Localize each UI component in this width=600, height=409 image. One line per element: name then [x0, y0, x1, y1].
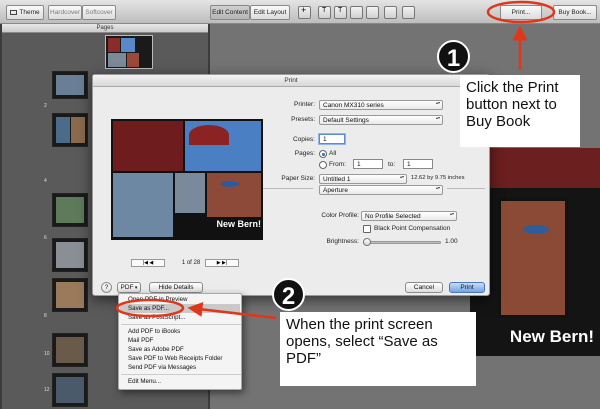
page-thumbnail-cover[interactable]	[105, 35, 153, 69]
brightness-slider[interactable]	[363, 238, 441, 246]
brightness-value: 1.00	[445, 238, 458, 245]
paper-size-label: Paper Size:	[281, 175, 315, 182]
theme-button[interactable]: Theme	[6, 5, 44, 20]
step2-badge: 2	[272, 278, 305, 311]
all-pages-radio[interactable]	[319, 150, 327, 158]
brick-wall-photo	[498, 198, 568, 318]
street-sign-icon	[523, 225, 549, 234]
copies-input[interactable]: 1	[319, 134, 345, 144]
layout-icon[interactable]	[384, 6, 397, 19]
softcover-button[interactable]: Softcover	[82, 5, 116, 20]
menu-item-send-via-messages[interactable]: Send PDF via Messages	[128, 364, 196, 371]
page-number: 6	[44, 235, 47, 241]
page-number: 8	[44, 313, 47, 319]
page-number: 2	[44, 103, 47, 109]
hardcover-button[interactable]: Hardcover	[48, 5, 82, 20]
cancel-button[interactable]: Cancel	[405, 282, 443, 293]
frame-icon[interactable]	[366, 6, 379, 19]
pdf-menu-button[interactable]: PDF ▾	[117, 282, 141, 293]
menu-item-edit-menu[interactable]: Edit Menu...	[128, 378, 161, 385]
paper-dimensions: 12.62 by 9.75 inches	[411, 175, 465, 181]
text-style-icon[interactable]: T	[334, 6, 347, 19]
menu-separator	[121, 374, 241, 375]
print-dialog: Print New Bern! |◀ ◀ 1 of 28 ▶ ▶| Printe…	[92, 74, 490, 296]
pdf-menu: Open PDF in Preview Save as PDF... Save …	[118, 293, 242, 390]
print-preview: New Bern!	[111, 119, 263, 240]
menu-item-web-receipts[interactable]: Save PDF to Web Receipts Folder	[128, 355, 222, 362]
black-point-checkbox[interactable]	[363, 225, 371, 233]
black-point-label: Black Point Compensation	[374, 225, 451, 232]
section-select[interactable]: Aperture	[319, 185, 443, 195]
menu-item-save-as-pdf[interactable]: Save as PDF...	[128, 305, 169, 312]
paper-size-select[interactable]: Untitled 1	[319, 174, 407, 184]
dialog-title: Print	[93, 75, 489, 87]
menu-item-open-in-preview[interactable]: Open PDF in Preview	[128, 296, 188, 303]
all-pages-label: All	[329, 150, 337, 157]
color-profile-select[interactable]: No Profile Selected	[361, 211, 457, 221]
first-prev-page-button[interactable]: |◀ ◀	[131, 259, 165, 267]
menu-separator	[121, 324, 241, 325]
add-icon[interactable]: +	[298, 5, 311, 19]
pages-header: Pages	[2, 24, 208, 33]
page-number: 12	[44, 387, 50, 393]
page-thumbnail[interactable]	[52, 113, 88, 147]
step2-callout: When the print screen opens, select “Sav…	[280, 312, 476, 386]
divider	[447, 188, 485, 189]
help-button[interactable]: ?	[101, 282, 112, 293]
page-number: 4	[44, 178, 47, 184]
theme-label: Theme	[19, 9, 40, 16]
page-thumbnail[interactable]	[52, 193, 88, 227]
pdf-label: PDF	[120, 284, 134, 291]
grid-icon[interactable]	[402, 6, 415, 19]
next-last-page-button[interactable]: ▶ ▶|	[205, 259, 239, 267]
page-thumbnail[interactable]	[52, 71, 88, 99]
printer-label: Printer:	[294, 101, 315, 108]
spread-caption: New Bern!	[509, 327, 594, 346]
preview-caption: New Bern!	[216, 219, 261, 229]
edit-content-button[interactable]: Edit Content	[210, 5, 250, 20]
toolbar: Theme Hardcover Softcover Edit Content E…	[0, 0, 600, 24]
menu-item-mail-pdf[interactable]: Mail PDF	[128, 337, 153, 344]
chevron-down-icon: ▾	[133, 285, 138, 291]
hide-details-button[interactable]: Hide Details	[149, 282, 203, 293]
pages-label: Pages:	[294, 150, 315, 157]
step1-badge: 1	[437, 40, 470, 73]
presets-label: Presets:	[291, 116, 315, 123]
menu-item-save-as-postscript[interactable]: Save as PostScript...	[128, 314, 185, 321]
brightness-slider-thumb[interactable]	[363, 238, 371, 246]
page-thumbnail[interactable]	[52, 278, 88, 312]
divider	[263, 188, 313, 189]
text-icon[interactable]: T	[318, 6, 331, 19]
page-thumbnail[interactable]	[52, 373, 88, 407]
page-range-radio[interactable]	[319, 161, 327, 169]
page-number: 10	[44, 351, 50, 357]
buy-book-button[interactable]: Buy Book...	[553, 5, 597, 20]
shape-icon[interactable]	[350, 6, 363, 19]
step1-callout: Click the Print button next to Buy Book	[460, 75, 580, 147]
edit-layout-button[interactable]: Edit Layout	[250, 5, 290, 20]
page-thumbnail[interactable]	[52, 238, 88, 272]
color-profile-label: Color Profile:	[321, 212, 359, 219]
theme-icon	[10, 10, 18, 15]
page-thumbnail[interactable]	[52, 333, 88, 367]
menu-item-save-as-adobe-pdf[interactable]: Save as Adobe PDF	[128, 346, 184, 353]
to-label: to:	[388, 161, 396, 168]
from-input[interactable]: 1	[353, 159, 383, 169]
from-label: From:	[329, 161, 346, 168]
to-input[interactable]: 1	[403, 159, 433, 169]
print-confirm-button[interactable]: Print	[449, 282, 485, 293]
presets-select[interactable]: Default Settings	[319, 115, 443, 125]
printer-select[interactable]: Canon MX310 series	[319, 100, 443, 110]
copies-label: Copies:	[292, 136, 315, 143]
print-button[interactable]: Print...	[500, 5, 542, 20]
menu-item-add-to-ibooks[interactable]: Add PDF to iBooks	[128, 328, 180, 335]
brightness-label: Brightness:	[326, 238, 359, 245]
